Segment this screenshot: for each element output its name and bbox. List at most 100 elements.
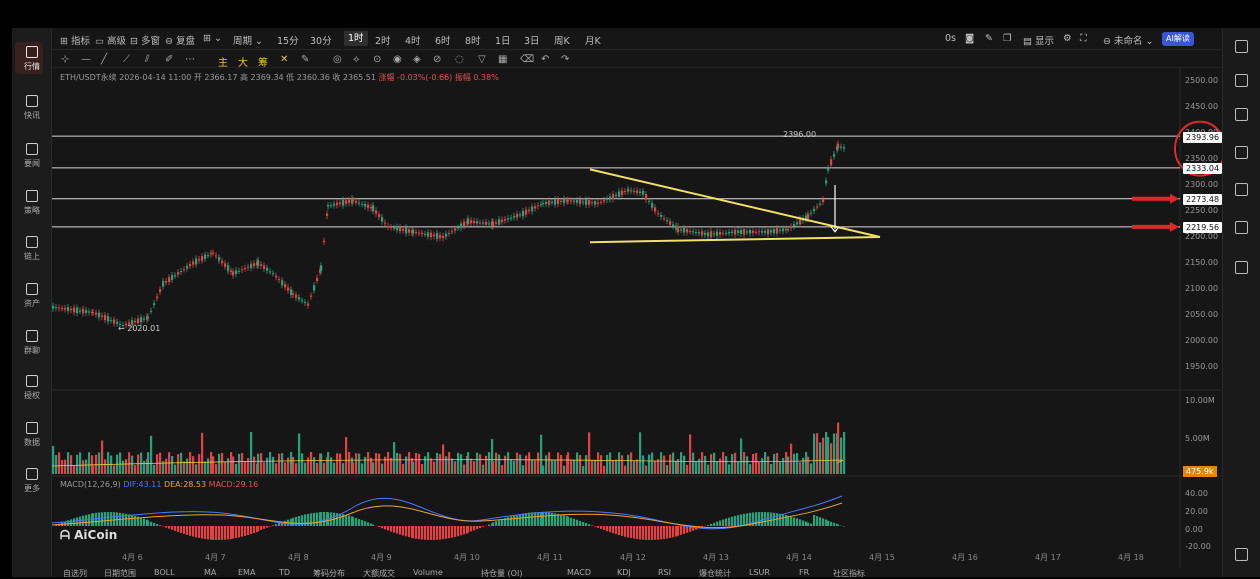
indicator-tab[interactable]: Volume xyxy=(413,568,443,577)
volume-bar xyxy=(195,464,197,474)
camera-icon[interactable]: ◙ xyxy=(965,33,974,44)
indicator-tab[interactable]: FR xyxy=(799,568,809,577)
sidebar-item[interactable]: 群聊 xyxy=(12,330,52,356)
volume-bar xyxy=(224,462,226,474)
draw-tool-icon[interactable]: ✎ xyxy=(301,54,309,65)
sidebar-item[interactable]: 行情 xyxy=(12,46,52,72)
copy-icon[interactable]: ❐ xyxy=(1003,33,1012,44)
indicator-tab[interactable]: KDJ xyxy=(617,568,631,577)
indicator-tab[interactable]: BOLL xyxy=(154,568,175,577)
eye-icon[interactable]: ◉ xyxy=(393,54,402,65)
download-icon[interactable] xyxy=(1235,74,1248,87)
line-icon[interactable]: ⟋ xyxy=(123,54,130,65)
sidebar-item[interactable]: 策略 xyxy=(12,190,52,216)
macd-histogram-bar xyxy=(790,517,792,526)
indicator-tab[interactable]: MA xyxy=(204,568,216,577)
hline-icon[interactable]: — xyxy=(81,54,91,65)
interval-button[interactable]: 8时 xyxy=(465,33,481,47)
indicator-tab[interactable]: 自选列 xyxy=(63,568,87,579)
candle-body xyxy=(323,241,325,242)
interval-button[interactable]: 15分 xyxy=(277,33,299,47)
macd-histogram-bar xyxy=(545,512,547,526)
sidebar-item[interactable]: 资产 xyxy=(12,283,52,309)
volume-bar xyxy=(560,455,562,474)
display-toggle[interactable]: ▤ 显示 xyxy=(1023,33,1054,47)
edit-icon[interactable]: ✎ xyxy=(985,33,993,44)
redo-icon[interactable]: ↷ xyxy=(561,54,569,65)
interval-button[interactable]: 2时 xyxy=(375,33,391,47)
sidebar-item[interactable]: 要闻 xyxy=(12,143,52,169)
indicator-button[interactable]: ⊞ 指标 xyxy=(60,33,90,47)
period-dropdown[interactable]: 周期 ⌄ xyxy=(233,33,263,47)
grid-icon[interactable]: ▦ xyxy=(498,54,507,65)
interval-button[interactable]: 6时 xyxy=(435,33,451,47)
indicator-tab[interactable]: EMA xyxy=(238,568,255,577)
chart-area[interactable]: 2500.002450.002400.002350.002300.002250.… xyxy=(52,68,1222,568)
volume-bar xyxy=(235,464,237,474)
robot-icon[interactable] xyxy=(1235,221,1248,234)
sidebar-item[interactable]: 快讯 xyxy=(12,95,52,121)
swap-icon[interactable] xyxy=(1235,261,1248,274)
interval-button[interactable]: 周K xyxy=(554,33,570,47)
candle-body xyxy=(342,200,344,206)
more-icon[interactable] xyxy=(1235,548,1248,561)
candle-body xyxy=(367,205,369,208)
interval-button[interactable]: 4时 xyxy=(405,33,421,47)
pen-icon[interactable]: ✐ xyxy=(165,54,173,65)
ray-icon[interactable]: ╱ xyxy=(101,54,107,65)
volume-bar xyxy=(683,456,685,474)
indicator-tab[interactable]: RSI xyxy=(658,568,671,577)
indicator-tab[interactable]: 筹码分布 xyxy=(313,568,345,579)
expand-icon[interactable]: ⛶ xyxy=(1080,33,1087,44)
indicator-tab[interactable]: 持仓量 (OI) xyxy=(481,568,522,579)
indicator-tab[interactable]: 爆仓统计 xyxy=(699,568,731,579)
panel-icon[interactable] xyxy=(1235,40,1248,53)
main-tool-icon[interactable]: 主 xyxy=(218,54,228,69)
interval-button[interactable]: 30分 xyxy=(310,33,332,47)
monitor-icon[interactable] xyxy=(1235,146,1248,159)
lock-icon[interactable]: ⊙ xyxy=(373,54,381,65)
indicator-tab[interactable]: 日期范围 xyxy=(104,568,136,579)
interval-button[interactable]: 3日 xyxy=(524,33,540,47)
ai-analysis-button[interactable]: AI解读 xyxy=(1162,32,1194,46)
sidebar-item[interactable]: 链上 xyxy=(12,236,52,262)
chart-type-button[interactable]: ⊞ ⌄ xyxy=(203,33,222,44)
timer-label[interactable]: 0s xyxy=(945,33,956,44)
magnet-icon[interactable]: ◎ xyxy=(333,54,342,65)
layout-name-dropdown[interactable]: ⊖ 未命名 ⌄ xyxy=(1103,33,1153,47)
ruler-icon[interactable]: ⟡ xyxy=(353,54,360,65)
replay-button[interactable]: ⊖ 复盘 xyxy=(165,33,195,47)
trend-icon[interactable] xyxy=(1235,108,1248,121)
channel-icon[interactable]: ⫽ xyxy=(145,54,149,65)
big-tool-icon[interactable]: 大 xyxy=(238,54,248,69)
indicator-tab[interactable]: 大额成交 xyxy=(363,568,395,579)
interval-button[interactable]: 1日 xyxy=(495,33,511,47)
more-dots-icon[interactable]: ⋯ xyxy=(185,54,195,65)
delete-icon[interactable]: ⌫ xyxy=(520,54,534,65)
candle-body xyxy=(232,271,234,275)
chart-canvas[interactable] xyxy=(52,68,1222,568)
sidebar-item[interactable]: 授权 xyxy=(12,375,52,401)
layer-icon[interactable]: ◈ xyxy=(413,54,421,65)
interval-button[interactable]: 1时 xyxy=(344,31,368,46)
candle-body xyxy=(785,229,787,230)
chips-tool-icon[interactable]: 筹 xyxy=(258,54,268,69)
undo-icon[interactable]: ↶ xyxy=(541,54,549,65)
sidebar-item[interactable]: 更多 xyxy=(12,468,52,494)
indicator-tab[interactable]: 社区指标 xyxy=(833,568,865,579)
sidebar-item[interactable]: 数据 xyxy=(12,422,52,448)
interval-button[interactable]: 月K xyxy=(585,33,601,47)
multi-window-button[interactable]: ⊟ 多窗 xyxy=(130,33,160,47)
advanced-button[interactable]: ▭ 高级 xyxy=(95,33,126,47)
settings-icon[interactable]: ⚙ xyxy=(1063,33,1072,44)
indicator-tab[interactable]: MACD xyxy=(567,568,591,577)
crosshair-icon[interactable]: ⊹ xyxy=(61,54,69,65)
link-icon[interactable]: ⊘ xyxy=(433,54,441,65)
date-axis-label: 4月 13 xyxy=(703,552,729,563)
alert-icon[interactable]: ◌ xyxy=(455,54,464,65)
cross-tool-icon[interactable]: ✕ xyxy=(280,54,288,65)
layers-icon[interactable] xyxy=(1235,183,1248,196)
indicator-tab[interactable]: LSUR xyxy=(749,568,770,577)
indicator-tab[interactable]: TD xyxy=(279,568,290,577)
filter-icon[interactable]: ▽ xyxy=(478,54,486,65)
